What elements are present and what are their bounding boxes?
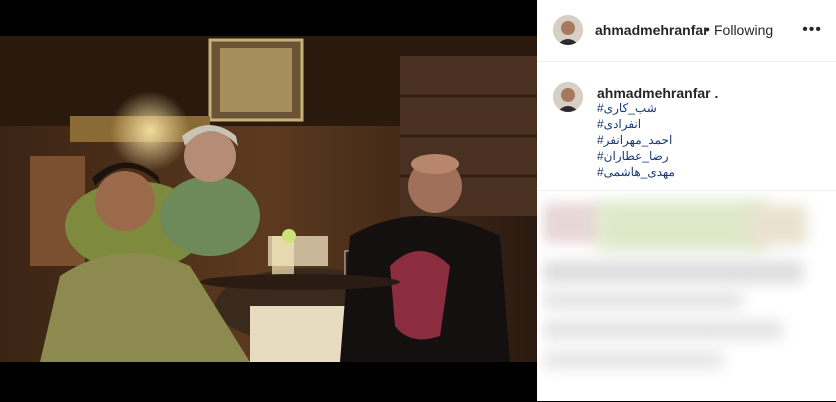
- caption-username-link[interactable]: ahmadmehranfar .: [597, 85, 718, 101]
- hashtag-link[interactable]: احمد_مهرانفر#: [597, 132, 675, 148]
- post-media-pane: [0, 0, 537, 401]
- blurred-comments: [537, 190, 836, 402]
- hashtag-list: شب_کاری# انفرادی# احمد_مهرانفر# رضا_عطار…: [597, 100, 675, 180]
- more-options-icon[interactable]: •••: [802, 21, 822, 39]
- post-header: ahmadmehranfar • Following •••: [537, 0, 836, 62]
- username-link[interactable]: ahmadmehranfar: [595, 22, 709, 38]
- hashtag-link[interactable]: رضا_عطاران#: [597, 148, 675, 164]
- following-button[interactable]: Following: [714, 22, 773, 38]
- hashtag-link[interactable]: مهدی_هاشمی#: [597, 164, 675, 180]
- post-photo[interactable]: [0, 36, 537, 362]
- hashtag-link[interactable]: انفرادی#: [597, 116, 675, 132]
- separator-dot: •: [705, 21, 710, 37]
- post-sidebar: ahmadmehranfar • Following ••• ahmadmehr…: [537, 0, 836, 401]
- caption-avatar[interactable]: [553, 82, 583, 112]
- hashtag-link[interactable]: شب_کاری#: [597, 100, 675, 116]
- avatar[interactable]: [553, 15, 583, 45]
